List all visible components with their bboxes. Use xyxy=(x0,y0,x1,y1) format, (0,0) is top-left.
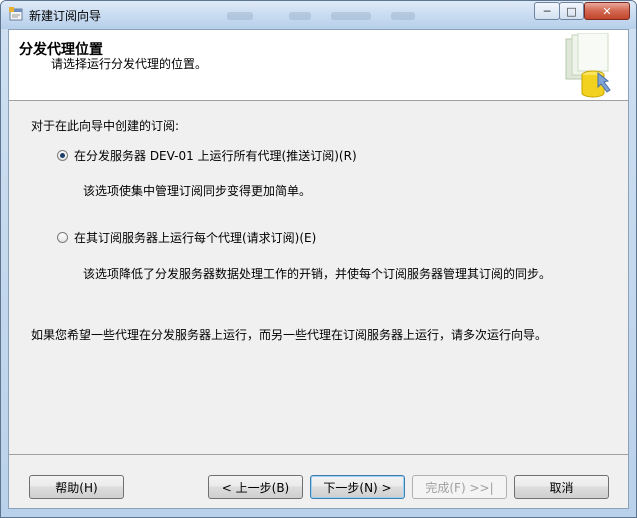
wizard-client-area: 分发代理位置 请选择运行分发代理的位置。 对于在此向导中创建的订阅: 在分发服务… xyxy=(8,29,629,509)
minimize-button[interactable]: ─ xyxy=(534,2,560,20)
help-button[interactable]: 帮助(H) xyxy=(29,475,124,499)
close-icon: ✕ xyxy=(602,4,612,18)
push-subscription-description: 该选项使集中管理订阅同步变得更加简单。 xyxy=(83,184,312,198)
push-subscription-radio[interactable] xyxy=(57,150,68,161)
page-subtitle: 请选择运行分发代理的位置。 xyxy=(51,57,208,71)
app-icon xyxy=(9,7,23,21)
title-bar-blur xyxy=(331,12,371,20)
database-wizard-icon xyxy=(565,33,611,98)
window-title: 新建订阅向导 xyxy=(29,9,102,23)
wizard-header: 分发代理位置 请选择运行分发代理的位置。 xyxy=(9,30,628,101)
maximize-button[interactable]: □ xyxy=(559,2,584,20)
next-button[interactable]: 下一步(N) > xyxy=(310,475,405,499)
push-subscription-label[interactable]: 在分发服务器 DEV-01 上运行所有代理(推送订阅)(R) xyxy=(74,147,357,164)
close-button[interactable]: ✕ xyxy=(584,2,630,20)
push-subscription-option[interactable]: 在分发服务器 DEV-01 上运行所有代理(推送订阅)(R) xyxy=(57,147,357,164)
options-prompt: 对于在此向导中创建的订阅: xyxy=(31,119,180,133)
wizard-footer: 帮助(H) < 上一步(B) 下一步(N) > 完成(F) >>| 取消 xyxy=(9,454,628,510)
pull-subscription-label[interactable]: 在其订阅服务器上运行每个代理(请求订阅)(E) xyxy=(74,229,316,246)
title-bar-blur xyxy=(227,12,253,20)
pull-subscription-option[interactable]: 在其订阅服务器上运行每个代理(请求订阅)(E) xyxy=(57,229,316,246)
back-button[interactable]: < 上一步(B) xyxy=(208,475,303,499)
cancel-button[interactable]: 取消 xyxy=(514,475,609,499)
title-bar-blur xyxy=(391,12,415,20)
title-bar-blur xyxy=(289,12,311,20)
finish-button[interactable]: 完成(F) >>| xyxy=(412,475,507,499)
wizard-content: 对于在此向导中创建的订阅: 在分发服务器 DEV-01 上运行所有代理(推送订阅… xyxy=(9,101,628,453)
wizard-window: 新建订阅向导 ─ □ ✕ 分发代理位置 请选择运行分发代理的位置。 对于在此向导… xyxy=(0,0,637,518)
multiple-runs-note: 如果您希望一些代理在分发服务器上运行，而另一些代理在订阅服务器上运行，请多次运行… xyxy=(31,328,548,342)
pull-subscription-description: 该选项降低了分发服务器数据处理工作的开销，并使每个订阅服务器管理其订阅的同步。 xyxy=(83,267,552,281)
minimize-icon: ─ xyxy=(543,4,551,18)
maximize-icon: □ xyxy=(566,4,577,18)
pull-subscription-radio[interactable] xyxy=(57,232,68,243)
title-bar[interactable]: 新建订阅向导 ─ □ ✕ xyxy=(1,1,636,29)
